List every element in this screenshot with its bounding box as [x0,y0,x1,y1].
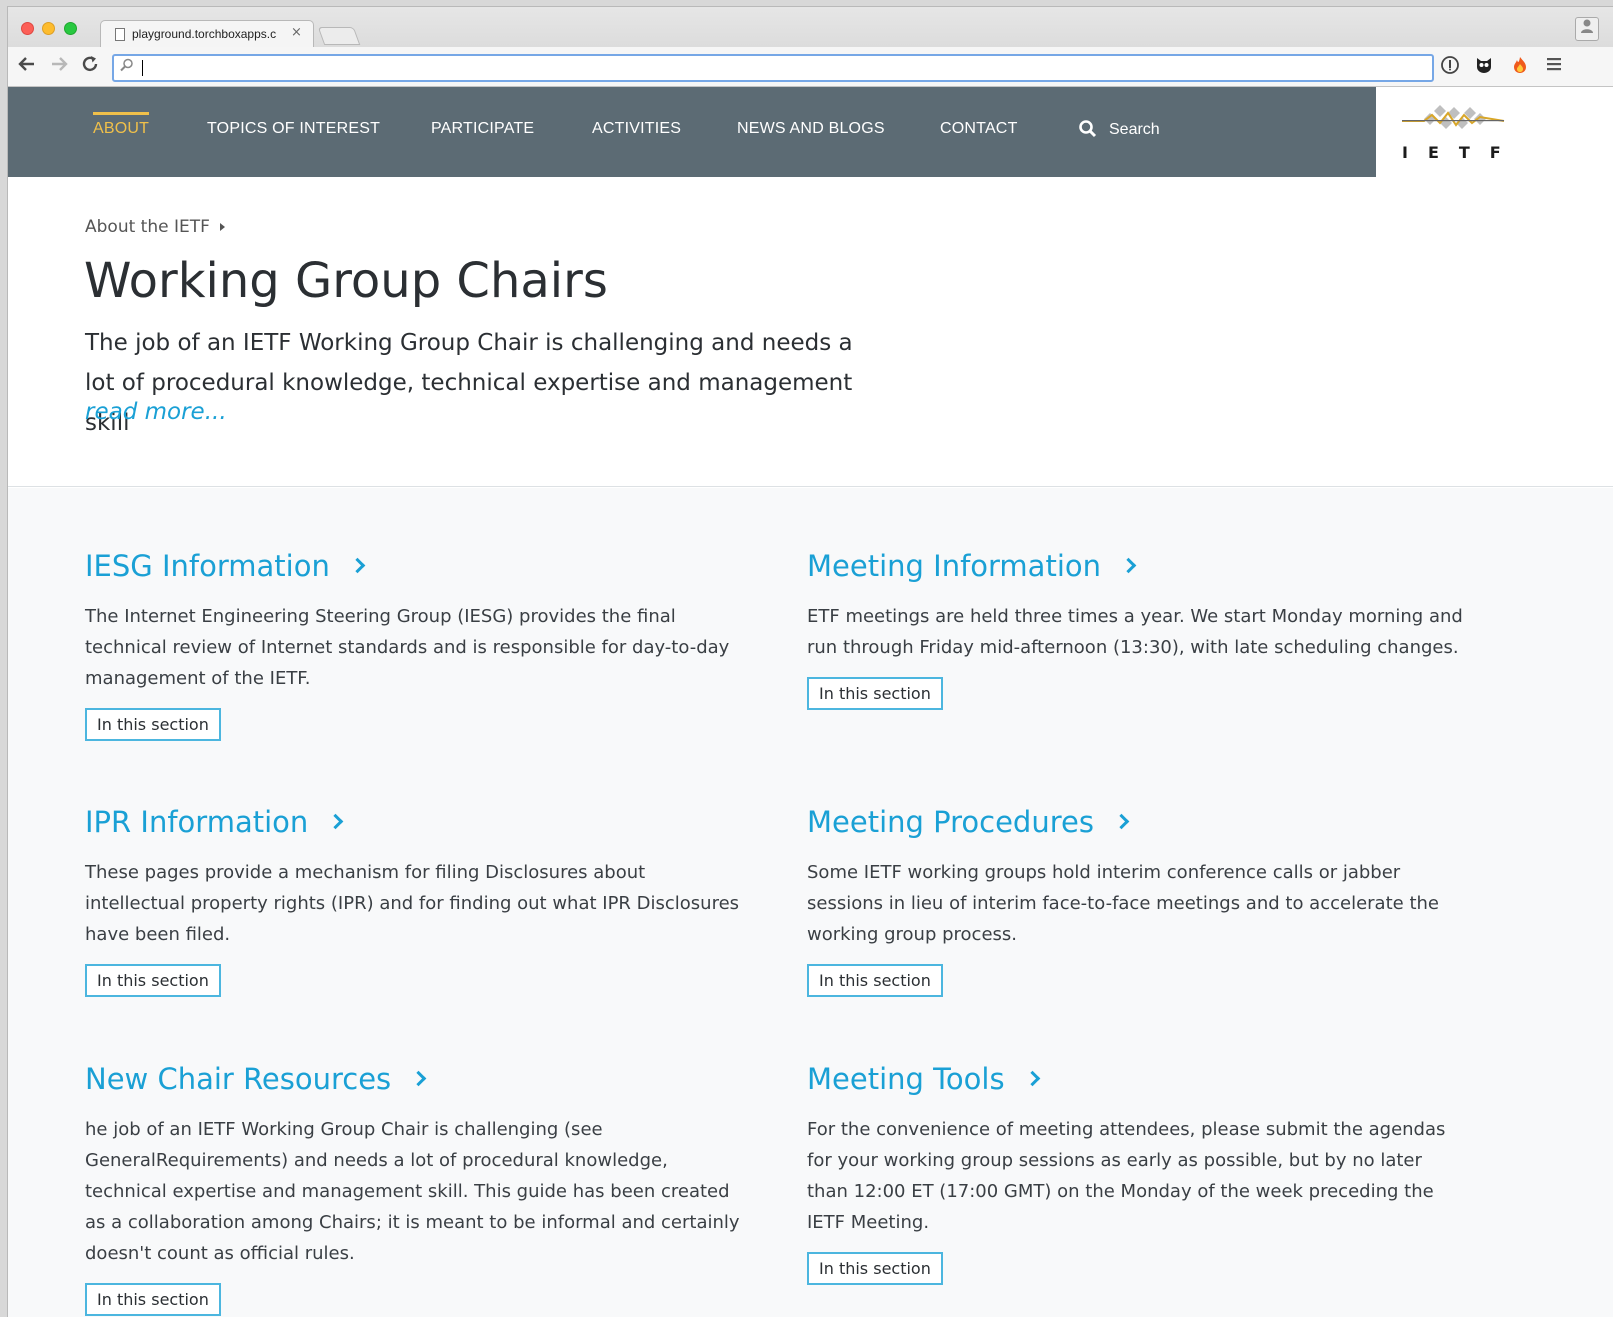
search-icon [1079,120,1097,138]
nav-item-activities[interactable]: ACTIVITIES [592,120,681,138]
in-this-section-button[interactable]: In this section [807,677,943,710]
breadcrumb-link[interactable]: About the IETF [85,217,210,237]
logo-text: IETF [1402,143,1521,162]
breadcrumb[interactable]: About the IETF [85,217,225,237]
site-navigation: ABOUT TOPICS OF INTEREST PARTICIPATE ACT… [8,87,1376,177]
read-more-link[interactable]: read more... [85,399,227,425]
tab-title: playground.torchboxapps.c [132,27,277,41]
in-this-section-button[interactable]: In this section [85,708,221,741]
nav-item-contact[interactable]: CONTACT [940,120,1018,138]
section-card-meeting-information: Meeting Information ETF meetings are hel… [807,545,1467,710]
fire-extension-icon[interactable] [1508,55,1532,79]
tab-strip: playground.torchboxapps.c × [8,7,1613,48]
page-title: Working Group Chairs [84,253,608,309]
section-card-ipr-information: IPR Information These pages provide a me… [85,801,745,997]
address-bar[interactable] [112,54,1434,82]
section-title-link[interactable]: Meeting Procedures [807,801,1467,843]
close-window-button[interactable] [21,22,34,35]
section-description: ETF meetings are held three times a year… [807,606,1463,658]
section-description: he job of an IETF Working Group Chair is… [85,1119,740,1264]
search-icon [120,58,134,76]
nav-item-topics-of-interest[interactable]: TOPICS OF INTEREST [207,120,380,138]
text-caret [142,60,143,76]
section-card-iesg-information: IESG Information The Internet Engineerin… [85,545,745,741]
section-title: Meeting Procedures [807,805,1094,839]
owl-extension-icon[interactable] [1472,55,1496,79]
breadcrumb-arrow-icon [219,223,225,231]
section-description: Some IETF working groups hold interim co… [807,862,1439,945]
section-list: IESG Information The Internet Engineerin… [8,488,1613,1317]
new-tab-button[interactable] [317,27,361,45]
maximize-window-button[interactable] [64,22,77,35]
in-this-section-button[interactable]: In this section [807,1252,943,1285]
section-title-link[interactable]: New Chair Resources [85,1058,745,1100]
chevron-right-icon [410,1070,427,1086]
section-description: These pages provide a mechanism for fili… [85,862,740,945]
reload-icon [82,56,98,72]
minimize-window-button[interactable] [42,22,55,35]
section-title: IPR Information [85,805,309,839]
page-icon [115,28,125,41]
in-this-section-button[interactable]: In this section [807,964,943,997]
section-card-meeting-tools: Meeting Tools For the convenience of mee… [807,1058,1467,1285]
chevron-right-icon [1120,557,1137,573]
back-arrow-icon [18,57,34,71]
search-label: Search [1109,121,1160,138]
section-title: IESG Information [85,549,330,583]
forward-arrow-icon [52,57,68,71]
nav-item-news-and-blogs[interactable]: NEWS AND BLOGS [737,120,885,138]
intro-text: The job of an IETF Working Group Chair i… [85,330,853,436]
section-title: Meeting Tools [807,1062,1005,1096]
browser-toolbar [8,47,1613,87]
nav-item-participate[interactable]: PARTICIPATE [431,120,534,138]
page-header: About the IETF Working Group Chairs The … [8,177,1613,487]
ietf-logo[interactable]: IETF [1376,87,1613,177]
section-card-new-chair-resources: New Chair Resources he job of an IETF Wo… [85,1058,745,1316]
tab-close-icon[interactable]: × [291,25,302,40]
back-button[interactable] [17,54,37,79]
section-title-link[interactable]: Meeting Tools [807,1058,1467,1100]
section-title-link[interactable]: Meeting Information [807,545,1467,587]
password-extension-icon[interactable] [1438,55,1462,79]
chevron-right-icon [1024,1070,1040,1086]
browser-window: playground.torchboxapps.c × ABOUT TOPICS… [7,6,1613,1317]
section-title: New Chair Resources [85,1062,392,1096]
section-description: For the convenience of meeting attendees… [807,1119,1446,1233]
section-title: Meeting Information [807,549,1102,583]
browser-tab[interactable]: playground.torchboxapps.c × [100,20,314,48]
nav-item-about[interactable]: ABOUT [93,112,150,138]
in-this-section-button[interactable]: In this section [85,964,221,997]
section-title-link[interactable]: IESG Information [85,545,745,587]
chevron-right-icon [1113,813,1130,829]
profile-icon[interactable] [1575,17,1599,41]
section-description: The Internet Engineering Steering Group … [85,606,730,689]
chevron-right-icon [328,813,344,829]
chevron-right-icon [349,557,366,573]
forward-button[interactable] [49,54,69,79]
section-title-link[interactable]: IPR Information [85,801,745,843]
in-this-section-button[interactable]: In this section [85,1283,221,1316]
section-card-meeting-procedures: Meeting Procedures Some IETF working gro… [807,801,1467,997]
menu-icon[interactable] [1542,55,1566,79]
reload-button[interactable] [80,54,100,79]
